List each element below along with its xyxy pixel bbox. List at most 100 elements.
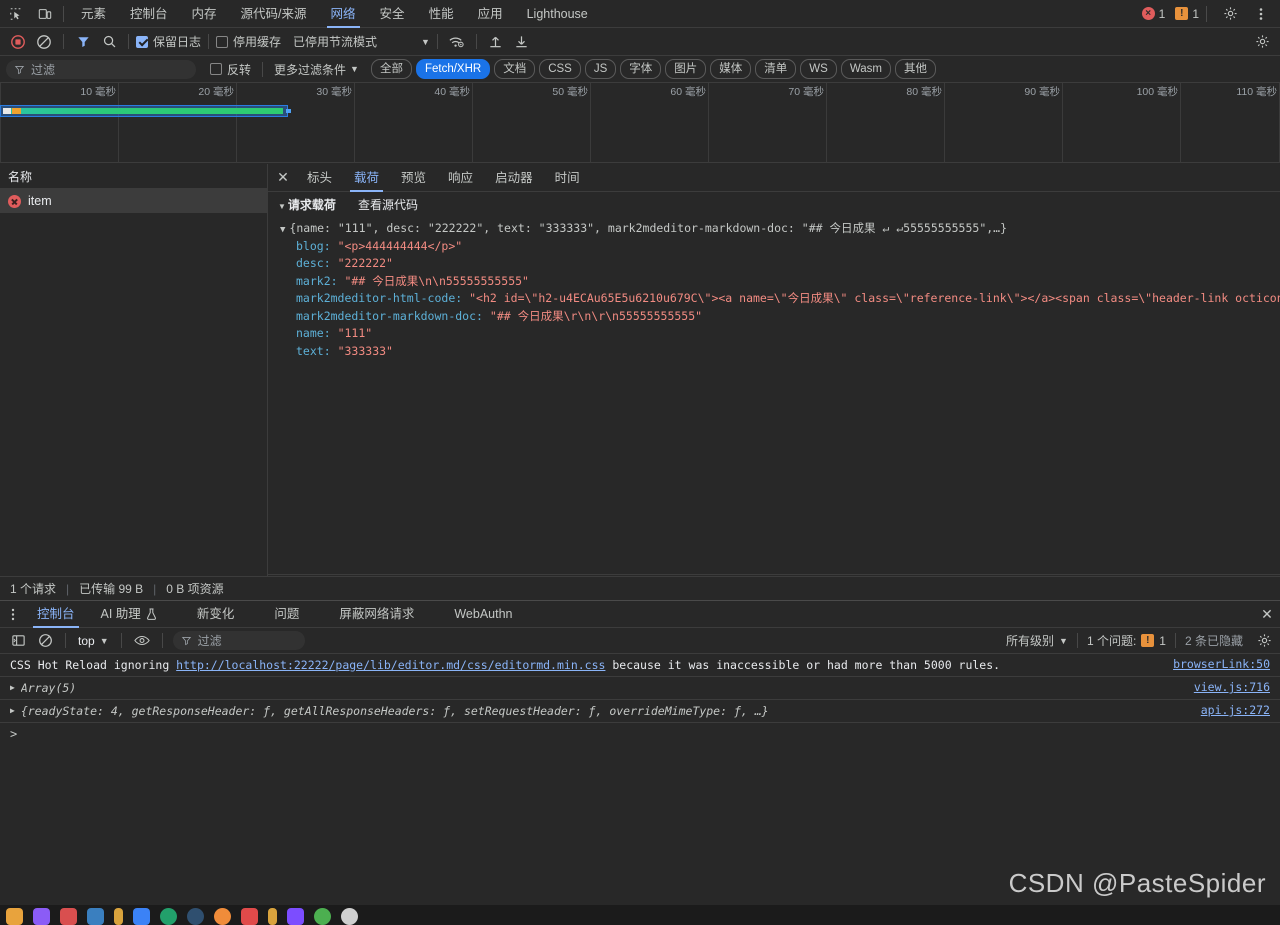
chip-all[interactable]: 全部 [371, 59, 412, 79]
inspect-icon[interactable] [3, 1, 29, 27]
taskbar-app-icon[interactable] [268, 908, 277, 925]
drawer-tab-console[interactable]: 控制台 [24, 601, 88, 628]
chevron-down-icon[interactable]: ▼ [421, 37, 430, 47]
triangle-right-icon[interactable]: ▶ [10, 680, 15, 696]
preserve-log-checkbox[interactable]: 保留日志 [136, 33, 201, 50]
record-stop-icon[interactable] [6, 30, 30, 54]
chip-media[interactable]: 媒体 [710, 59, 751, 79]
tab-console[interactable]: 控制台 [118, 0, 180, 28]
console-message-text: Array(5) [21, 680, 1194, 696]
search-icon[interactable] [97, 30, 121, 54]
taskbar-app-icon[interactable] [33, 908, 50, 925]
tab-sources[interactable]: 源代码/来源 [229, 0, 319, 28]
execution-context-selector[interactable]: top ▼ [74, 634, 113, 648]
disable-cache-checkbox[interactable]: 停用缓存 [216, 33, 281, 50]
table-row[interactable]: item [0, 189, 267, 213]
chip-doc[interactable]: 文档 [494, 59, 535, 79]
tab-initiator[interactable]: 启动器 [484, 164, 544, 192]
list-item[interactable]: CSS Hot Reload ignoring http://localhost… [0, 654, 1280, 677]
tab-performance[interactable]: 性能 [417, 0, 466, 28]
taskbar-app-icon[interactable] [287, 908, 304, 925]
clear-icon[interactable] [32, 30, 56, 54]
clear-console-icon[interactable] [33, 629, 57, 653]
tab-application[interactable]: 应用 [466, 0, 515, 28]
triangle-down-icon[interactable]: ▼ [280, 225, 285, 235]
taskbar-app-icon[interactable] [133, 908, 150, 925]
taskbar-app-icon[interactable] [314, 908, 331, 925]
request-list-header[interactable]: 名称 [0, 164, 267, 189]
taskbar-app-icon[interactable] [6, 908, 23, 925]
tab-headers[interactable]: 标头 [296, 164, 343, 192]
timeline-tick: 70 毫秒 [826, 83, 827, 163]
error-badge[interactable]: × 1 [1142, 7, 1166, 21]
chip-other[interactable]: 其他 [895, 59, 936, 79]
console-source-link[interactable]: api.js:272 [1201, 703, 1280, 717]
view-source-button[interactable]: 查看源代码 [358, 196, 418, 213]
list-item[interactable]: ▶ Array(5) view.js:716 [0, 677, 1280, 700]
taskbar-app-icon[interactable] [241, 908, 258, 925]
console-source-link[interactable]: view.js:716 [1194, 680, 1280, 694]
taskbar-app-icon[interactable] [214, 908, 231, 925]
more-filters-dropdown[interactable]: 更多过滤条件 ▼ [274, 61, 359, 78]
drawer-tab-issues[interactable]: 问题 [261, 601, 312, 628]
taskbar-app-icon[interactable] [114, 908, 123, 925]
tab-elements[interactable]: 元素 [69, 0, 118, 28]
taskbar-app-icon-active[interactable] [341, 908, 358, 925]
console-message-link[interactable]: http://localhost:22222/page/lib/editor.m… [176, 658, 605, 672]
chip-ws[interactable]: WS [800, 59, 837, 79]
triangle-right-icon[interactable]: ▶ [10, 703, 15, 719]
tab-network[interactable]: 网络 [319, 0, 368, 28]
close-icon[interactable]: ✕ [272, 167, 294, 189]
chip-js[interactable]: JS [585, 59, 616, 79]
tab-timing[interactable]: 时间 [544, 164, 591, 192]
list-item[interactable]: ▶ {readyState: 4, getResponseHeader: ƒ, … [0, 700, 1280, 723]
live-expression-icon[interactable] [130, 629, 154, 653]
taskbar-app-icon[interactable] [187, 908, 204, 925]
tab-preview[interactable]: 预览 [390, 164, 437, 192]
close-icon[interactable]: ✕ [1254, 601, 1280, 627]
issues-counter[interactable]: 1 个问题: ! 1 [1078, 632, 1175, 649]
timeline-selection-handle[interactable] [286, 109, 291, 113]
taskbar-app-icon[interactable] [160, 908, 177, 925]
chip-font[interactable]: 字体 [620, 59, 661, 79]
chip-manifest[interactable]: 清单 [755, 59, 796, 79]
drawer-tab-network-request-blocking[interactable]: 屏蔽网络请求 [326, 601, 427, 628]
tab-payload[interactable]: 载荷 [343, 164, 390, 192]
taskbar-app-icon[interactable] [87, 908, 104, 925]
more-options-icon[interactable] [1248, 1, 1274, 27]
device-toolbar-icon[interactable] [32, 1, 58, 27]
gear-icon[interactable] [1217, 1, 1243, 27]
throttling-select[interactable]: 已停用节流模式 [293, 33, 377, 50]
payload-summary-row[interactable]: ▼{name: "111", desc: "222222", text: "33… [268, 220, 1280, 238]
export-har-icon[interactable] [510, 30, 534, 54]
tab-lighthouse[interactable]: Lighthouse [515, 0, 600, 28]
tab-response[interactable]: 响应 [437, 164, 484, 192]
taskbar-app-icon[interactable] [60, 908, 77, 925]
more-options-icon[interactable] [2, 608, 24, 621]
show-console-sidebar-icon[interactable] [6, 629, 30, 653]
warning-badge[interactable]: ! 1 [1175, 7, 1199, 21]
chip-fetch-xhr[interactable]: Fetch/XHR [416, 59, 490, 79]
console-filter-input[interactable]: 过滤 [173, 631, 305, 650]
import-har-icon[interactable] [484, 30, 508, 54]
gear-icon[interactable] [1252, 629, 1276, 653]
console-source-link[interactable]: browserLink:50 [1173, 657, 1280, 671]
drawer-tab-webauthn[interactable]: WebAuthn [441, 601, 525, 628]
hidden-messages-count[interactable]: 2 条已隐藏 [1176, 632, 1252, 649]
gear-icon[interactable] [1250, 30, 1274, 54]
log-level-selector[interactable]: 所有级别 ▼ [997, 632, 1077, 649]
wifi-settings-icon[interactable] [445, 30, 469, 54]
filter-funnel-icon[interactable] [71, 30, 95, 54]
search-input[interactable]: 过滤 [6, 60, 196, 79]
drawer-tab-whats-new[interactable]: 新变化 [184, 601, 248, 628]
network-overview-timeline[interactable]: 10 毫秒 20 毫秒 30 毫秒 40 毫秒 50 毫秒 60 毫秒 70 毫… [0, 83, 1280, 163]
console-prompt[interactable]: > [0, 723, 1280, 745]
chip-wasm[interactable]: Wasm [841, 59, 891, 79]
invert-checkbox[interactable]: 反转 [210, 61, 251, 78]
tab-security[interactable]: 安全 [368, 0, 417, 28]
tab-memory[interactable]: 内存 [180, 0, 229, 28]
request-payload-toggle[interactable]: ▼请求载荷 [278, 196, 336, 213]
chip-img[interactable]: 图片 [665, 59, 706, 79]
chip-css[interactable]: CSS [539, 59, 581, 79]
drawer-tab-ai-assistant[interactable]: AI 助理 [88, 601, 170, 628]
